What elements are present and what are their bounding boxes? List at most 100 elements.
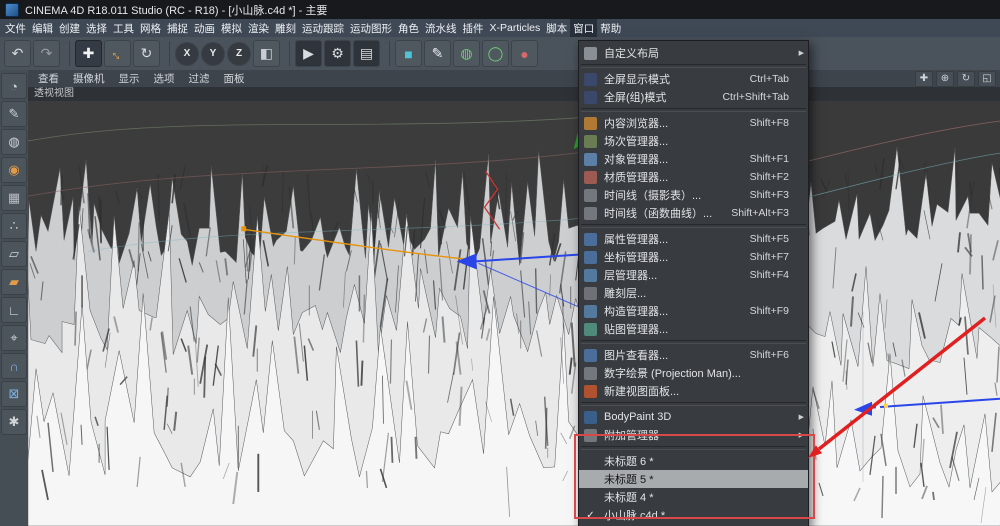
enable-snap-button[interactable]: ∩ [1,353,27,379]
window-menu-item-21[interactable]: 新建视图面板... [579,382,808,400]
menu-separator [581,340,806,344]
render-picture-viewer-button[interactable]: ▤ [353,40,380,67]
rotate-view-icon[interactable]: ↻ [957,70,975,87]
coordinate-system-button[interactable]: ◧ [253,40,280,67]
texture-mode-button[interactable]: ◉ [1,157,27,183]
window-menu-item-28[interactable]: 未标题 4 * [579,488,808,506]
window-menu-item-2[interactable]: 全屏显示模式 Ctrl+Tab [579,70,808,88]
window-menu-item-17[interactable]: 贴图管理器... [579,320,808,338]
menu-item-label: 数字绘景 (Projection Man)... [604,368,741,380]
subdivision-surface-button[interactable]: ◍ [453,40,480,67]
menu-编辑[interactable]: 编辑 [29,19,56,37]
window-menu-item-7[interactable]: 对象管理器... Shift+F1 [579,150,808,168]
window-menu-item-10[interactable]: 时间线（函数曲线）... Shift+Alt+F3 [579,204,808,222]
menu-item-label: 全屏(组)模式 [604,92,667,104]
render-active-view-button[interactable]: ▶ [295,40,322,67]
secondary-viewport[interactable] [806,87,1000,526]
menu-脚本[interactable]: 脚本 [543,19,570,37]
move-tool[interactable]: ✚ [75,40,102,67]
redo-button[interactable]: ↷ [33,40,60,67]
menu-工具[interactable]: 工具 [110,19,137,37]
menu-窗口[interactable]: 窗口 [570,19,598,37]
layout-sphere-icon[interactable]: ◔ [1,73,27,99]
spline-handle-icon[interactable] [241,226,247,232]
lock-x-axis-button[interactable]: X [175,41,199,66]
viewport-menu-摄像机[interactable]: 摄像机 [67,71,111,86]
window-menu-item-9[interactable]: 时间线（摄影表）... Shift+F3 [579,186,808,204]
window-menu-item-19[interactable]: 图片查看器... Shift+F6 [579,346,808,364]
pen-spline-button[interactable]: ✎ [424,40,451,67]
menu-item-label: 自定义布局 [604,48,659,60]
menu-网格[interactable]: 网格 [137,19,164,37]
window-menu-item-8[interactable]: 材质管理器... Shift+F2 [579,168,808,186]
menu-帮助[interactable]: 帮助 [597,19,624,37]
enable-axis-button[interactable]: ∟ [1,297,27,323]
edges-mode-button[interactable]: ▱ [1,241,27,267]
window-menu-item-26[interactable]: 未标题 6 * [579,452,808,470]
window-menu-item-23[interactable]: BodyPaint 3D ▶ [579,408,808,426]
toggle-view-icon[interactable]: ◱ [978,70,996,87]
menu-运动图形[interactable]: 运动图形 [347,19,395,37]
menu-渲染[interactable]: 渲染 [245,19,272,37]
menu-选择[interactable]: 选择 [83,19,110,37]
menu-捕捉[interactable]: 捕捉 [164,19,191,37]
spline-handle-icon-2[interactable] [884,403,888,408]
window-menu-item-0[interactable]: 自定义布局 ▶ [579,44,808,62]
menu-item-shortcut: Shift+F3 [749,189,789,201]
menu-运动跟踪[interactable]: 运动跟踪 [299,19,347,37]
viewport-menu-选项[interactable]: 选项 [148,71,181,86]
window-menu-item-20[interactable]: 数字绘景 (Projection Man)... [579,364,808,382]
axis-center-handle-icon[interactable] [875,405,881,410]
instance-button[interactable]: ◯ [482,40,509,67]
window-menu-item-24[interactable]: 附加管理器 ▶ [579,426,808,444]
window-menu-item-16[interactable]: 构造管理器... Shift+F9 [579,302,808,320]
viewport-nav-controls: ✚ ⊕ ↻ ◱ [915,70,1000,87]
model-mode-button[interactable]: ◍ [1,129,27,155]
menu-雕刻[interactable]: 雕刻 [272,19,299,37]
menu-item-label: 材质管理器... [604,172,669,184]
window-menu-item-12[interactable]: 属性管理器... Shift+F5 [579,230,808,248]
render-settings-button[interactable]: ⚙ [324,40,351,67]
window-menu-item-3[interactable]: 全屏(组)模式 Ctrl+Shift+Tab [579,88,808,106]
secondary-3d-scene[interactable] [808,101,1000,526]
menu-separator [581,108,806,112]
menu-插件[interactable]: 插件 [460,19,487,37]
window-menu-item-13[interactable]: 坐标管理器... Shift+F7 [579,248,808,266]
zoom-view-icon[interactable]: ⊕ [936,70,954,87]
make-editable-button[interactable]: ✎ [1,101,27,127]
viewport-menu-显示[interactable]: 显示 [113,71,146,86]
menu-动画[interactable]: 动画 [191,19,218,37]
window-menu-item-15[interactable]: 雕刻层... [579,284,808,302]
window-menu-item-27[interactable]: 未标题 5 * [579,470,808,488]
workplane-mode-button[interactable]: ▦ [1,185,27,211]
window-menu-item-5[interactable]: 内容浏览器... Shift+F8 [579,114,808,132]
viewport-solo-button[interactable]: ⌖ [1,325,27,351]
viewport-menu-面板[interactable]: 面板 [218,71,251,86]
quantize-button[interactable]: ✱ [1,409,27,435]
menu-模拟[interactable]: 模拟 [218,19,245,37]
menu-流水线[interactable]: 流水线 [422,19,460,37]
window-menu-item-6[interactable]: 场次管理器... [579,132,808,150]
menu-角色[interactable]: 角色 [395,19,422,37]
lock-z-axis-button[interactable]: Z [227,41,251,66]
pan-view-icon[interactable]: ✚ [915,70,933,87]
polygons-mode-button[interactable]: ▰ [1,269,27,295]
rotate-tool[interactable]: ↻ [133,40,160,67]
metaball-button[interactable]: ● [511,40,538,67]
menu-文件[interactable]: 文件 [2,19,29,37]
window-menu-item-29[interactable]: ✓ 小山脉.c4d * [579,506,808,524]
menu-X-Particles[interactable]: X-Particles [487,19,544,37]
lock-y-axis-button[interactable]: Y [201,41,225,66]
lock-workplane-button[interactable]: ⊠ [1,381,27,407]
undo-button[interactable]: ↶ [4,40,31,67]
viewport-menu-过滤[interactable]: 过滤 [183,71,216,86]
scale-tool[interactable]: ↔ [104,40,131,67]
primitive-cube-button[interactable]: ■ [395,40,422,67]
points-mode-button[interactable]: ∴ [1,213,27,239]
cinema4d-app: CINEMA 4D R18.011 Studio (RC - R18) - [小… [0,0,1000,526]
menu-创建[interactable]: 创建 [56,19,83,37]
submenu-arrow-icon: ▶ [798,432,804,439]
viewport-menu-查看[interactable]: 查看 [32,71,65,86]
window-menu-item-14[interactable]: 层管理器... Shift+F4 [579,266,808,284]
submenu-arrow-icon: ▶ [798,414,804,421]
